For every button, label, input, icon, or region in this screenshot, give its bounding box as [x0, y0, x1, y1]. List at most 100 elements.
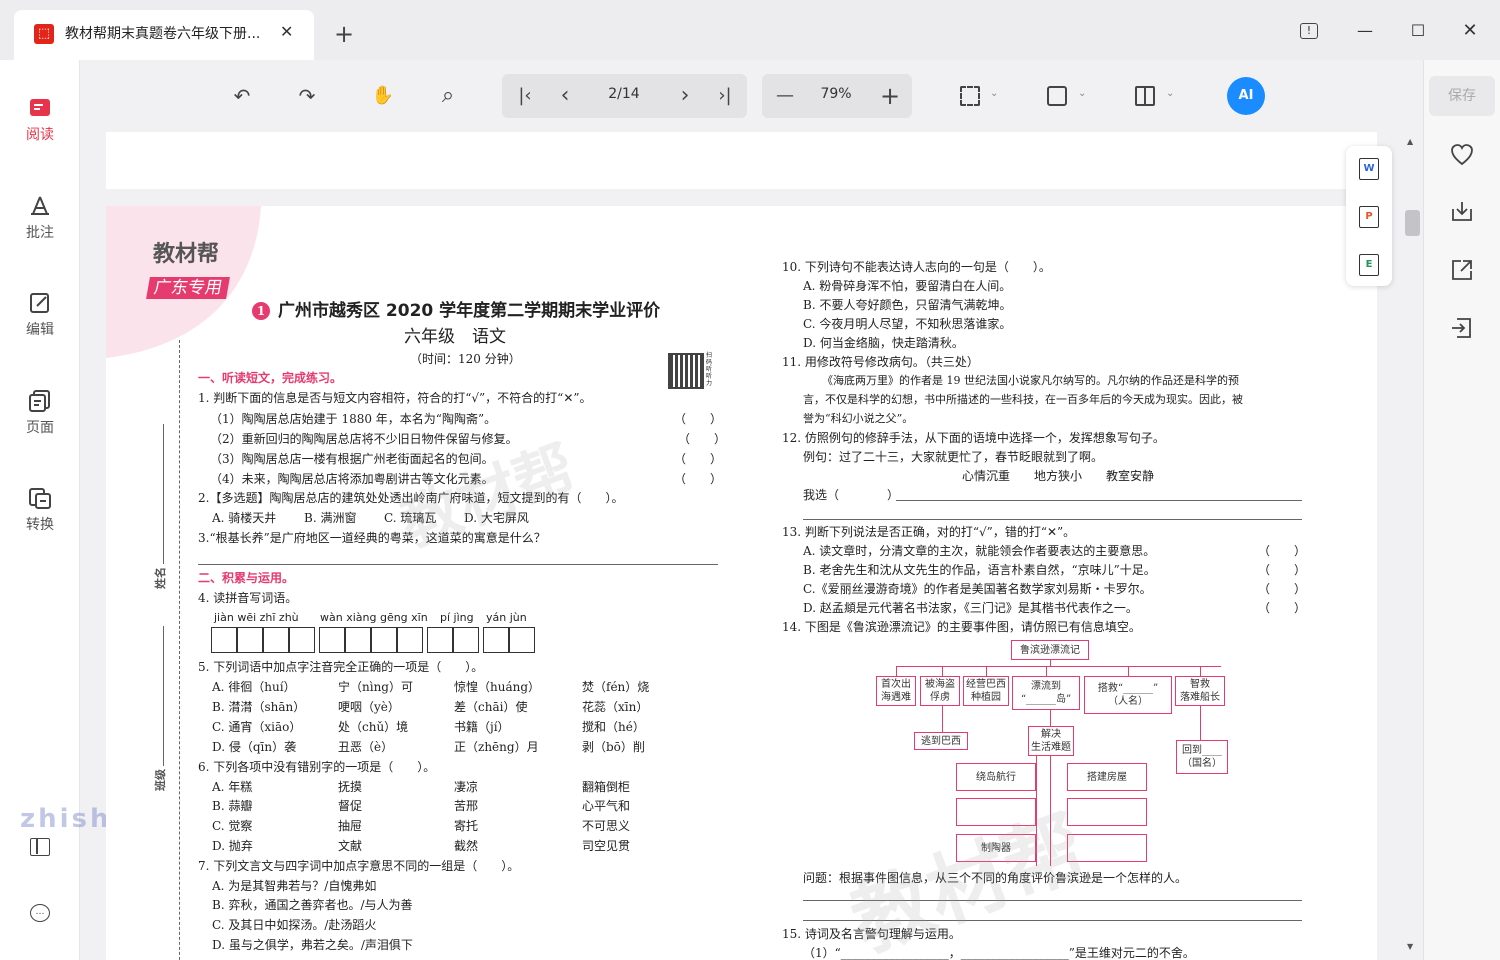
- redo-button[interactable]: ↷: [293, 84, 321, 108]
- answer-line: [803, 519, 1302, 520]
- sidebar-panel-icon[interactable]: [30, 838, 50, 856]
- answer-line: [896, 500, 1302, 501]
- pinyin-2: wàn xiàng gēng xīn: [320, 611, 428, 624]
- pdf-file-icon: ⬚: [34, 24, 54, 44]
- page-indicator[interactable]: 2/14: [594, 86, 654, 102]
- diagram-connector: [1046, 666, 1047, 676]
- comment-icon[interactable]: …: [30, 904, 50, 922]
- export-icon[interactable]: [1449, 315, 1475, 341]
- diagram-connector: [1128, 666, 1129, 676]
- question-6-cell: C. 觉察: [212, 819, 253, 833]
- new-tab-button[interactable]: +: [334, 20, 354, 48]
- question-5-cell: A. 徘徊（huí）: [212, 680, 296, 694]
- writing-box: [509, 627, 535, 653]
- question-6: 6. 下列各项中没有错别字的一项是（ ）。: [198, 760, 436, 774]
- question-10-option: D. 何当金络脑，快走踏清秋。: [803, 336, 964, 350]
- minimize-button[interactable]: —: [1352, 18, 1378, 44]
- convert-icon: [29, 488, 51, 509]
- qr-code[interactable]: [668, 353, 704, 389]
- last-page-button[interactable]: ›|: [711, 84, 739, 108]
- diagram-connector: [942, 666, 943, 676]
- fit-page-icon[interactable]: [960, 86, 980, 106]
- document-page-2: 教材帮 广东专用 1 广州市越秀区 2020 学年度第二学期期末学业评价 六年级…: [106, 206, 1377, 960]
- diagram-connector: [1200, 666, 1201, 676]
- qr-label: 扫码听听力: [706, 352, 713, 387]
- diagram-node: 被海盗 俘虏: [920, 676, 960, 706]
- prev-page-button[interactable]: ‹: [551, 84, 579, 108]
- edit-icon: [30, 293, 49, 313]
- to-ppt-icon[interactable]: P: [1359, 206, 1379, 228]
- next-page-button[interactable]: ›: [671, 84, 699, 108]
- writing-box: [453, 627, 479, 653]
- question-5-cell: 宁（nìng）可: [338, 680, 413, 694]
- diagram-node: 解决 生活难题: [1028, 726, 1074, 756]
- question-5-cell: 惊惶（huáng）: [454, 680, 541, 694]
- document-page-1: [106, 132, 1377, 189]
- tab-close-icon[interactable]: ✕: [280, 22, 293, 41]
- scrollbar-thumb[interactable]: [1405, 210, 1420, 236]
- question-11-text: 言，不仅是科学的幻想，书中所描述的一些科技，在一百多年后的今天成为现实。因此，被: [803, 393, 1243, 406]
- search-button[interactable]: ⌕: [434, 84, 462, 108]
- share-icon[interactable]: [1449, 257, 1475, 283]
- section-1-heading: 一、听读短文，完成练习。: [198, 371, 343, 385]
- question-2-option: A. 骑楼天井: [212, 511, 277, 525]
- question-6-cell: A. 年糕: [212, 780, 253, 794]
- sidebar-item-convert[interactable]: 转换: [0, 486, 80, 534]
- question-14: 14. 下图是《鲁滨逊漂流记》的主要事件图，请仿照已有信息填空。: [782, 620, 1141, 634]
- question-5-cell: 处（chǔ）境: [338, 720, 409, 734]
- download-icon[interactable]: [1449, 199, 1475, 225]
- diagram-connector: [896, 666, 1221, 667]
- chevron-down-icon[interactable]: ⌄: [1078, 88, 1086, 99]
- hand-tool-button[interactable]: ✋: [369, 84, 397, 108]
- vertical-scrollbar[interactable]: [1404, 132, 1422, 960]
- diagram-node: 漂流到 “______岛”: [1012, 676, 1080, 710]
- zoom-in-button[interactable]: +: [876, 84, 904, 108]
- answer-paren: （ ）: [1258, 544, 1307, 558]
- sidebar-label-pages: 页面: [26, 420, 54, 436]
- diagram-node: 绕岛航行: [956, 763, 1036, 791]
- answer-paren: （ ）: [1258, 601, 1307, 615]
- ai-assistant-button[interactable]: AI: [1227, 77, 1265, 115]
- question-11: 11. 用修改符号修改病句。（共三处）: [782, 355, 979, 369]
- question-15-1: （1）“__________________，_________________…: [803, 946, 1195, 960]
- question-6-cell: 文献: [338, 839, 363, 853]
- binding-line: [179, 340, 180, 960]
- zoom-level[interactable]: 79%: [811, 86, 861, 102]
- answer-paren: （ ）: [1258, 563, 1307, 577]
- question-13-option: D. 赵孟頫是元代著名书法家，《三门记》是其楷书代表作之一。: [803, 601, 1138, 615]
- writing-box: [397, 627, 423, 653]
- pinyin-1: jiàn wēi zhī zhù: [214, 611, 299, 624]
- sidebar-item-edit[interactable]: 编辑: [0, 291, 80, 339]
- question-6-cell: 截然: [454, 839, 479, 853]
- chevron-down-icon[interactable]: ⌄: [1166, 88, 1174, 99]
- sidebar-item-annotate[interactable]: 批注: [0, 194, 80, 242]
- brand-logo: 教材帮: [153, 242, 220, 267]
- maximize-button[interactable]: ☐: [1405, 18, 1431, 44]
- fullscreen-icon[interactable]: [1047, 86, 1067, 106]
- question-7-option: A. 为是其智弗若与？/自愧弗如: [212, 879, 377, 893]
- to-word-icon[interactable]: W: [1359, 158, 1379, 180]
- binding-bar-1: [163, 424, 164, 564]
- diagram-node: 逃到巴西: [914, 732, 968, 750]
- sidebar-item-pages[interactable]: 页面: [0, 389, 80, 437]
- scroll-up-icon[interactable]: ▲: [1407, 137, 1413, 146]
- writing-box: [483, 627, 509, 653]
- question-6-cell: B. 蒜瓣: [212, 799, 253, 813]
- answer-paren: （ ）: [678, 432, 727, 446]
- pinyin-3: pí jìng: [440, 611, 474, 624]
- zoom-out-button[interactable]: —: [771, 84, 799, 108]
- undo-button[interactable]: ↶: [228, 84, 256, 108]
- two-page-view-icon[interactable]: [1135, 86, 1155, 106]
- to-excel-icon[interactable]: E: [1359, 254, 1379, 276]
- question-6-cell: 心平气和: [582, 799, 631, 813]
- first-page-button[interactable]: |‹: [511, 84, 539, 108]
- sidebar-item-read[interactable]: 阅读: [0, 96, 80, 144]
- writing-box: [345, 627, 371, 653]
- scroll-down-icon[interactable]: ▼: [1407, 942, 1413, 951]
- feedback-icon[interactable]: !: [1300, 23, 1318, 39]
- chevron-down-icon[interactable]: ⌄: [990, 88, 998, 99]
- save-button[interactable]: 保存: [1429, 76, 1495, 116]
- question-7-option: C. 及其日中如探汤。/赴汤蹈火: [212, 918, 377, 932]
- favorite-icon[interactable]: [1449, 142, 1475, 168]
- close-window-button[interactable]: ✕: [1457, 18, 1483, 44]
